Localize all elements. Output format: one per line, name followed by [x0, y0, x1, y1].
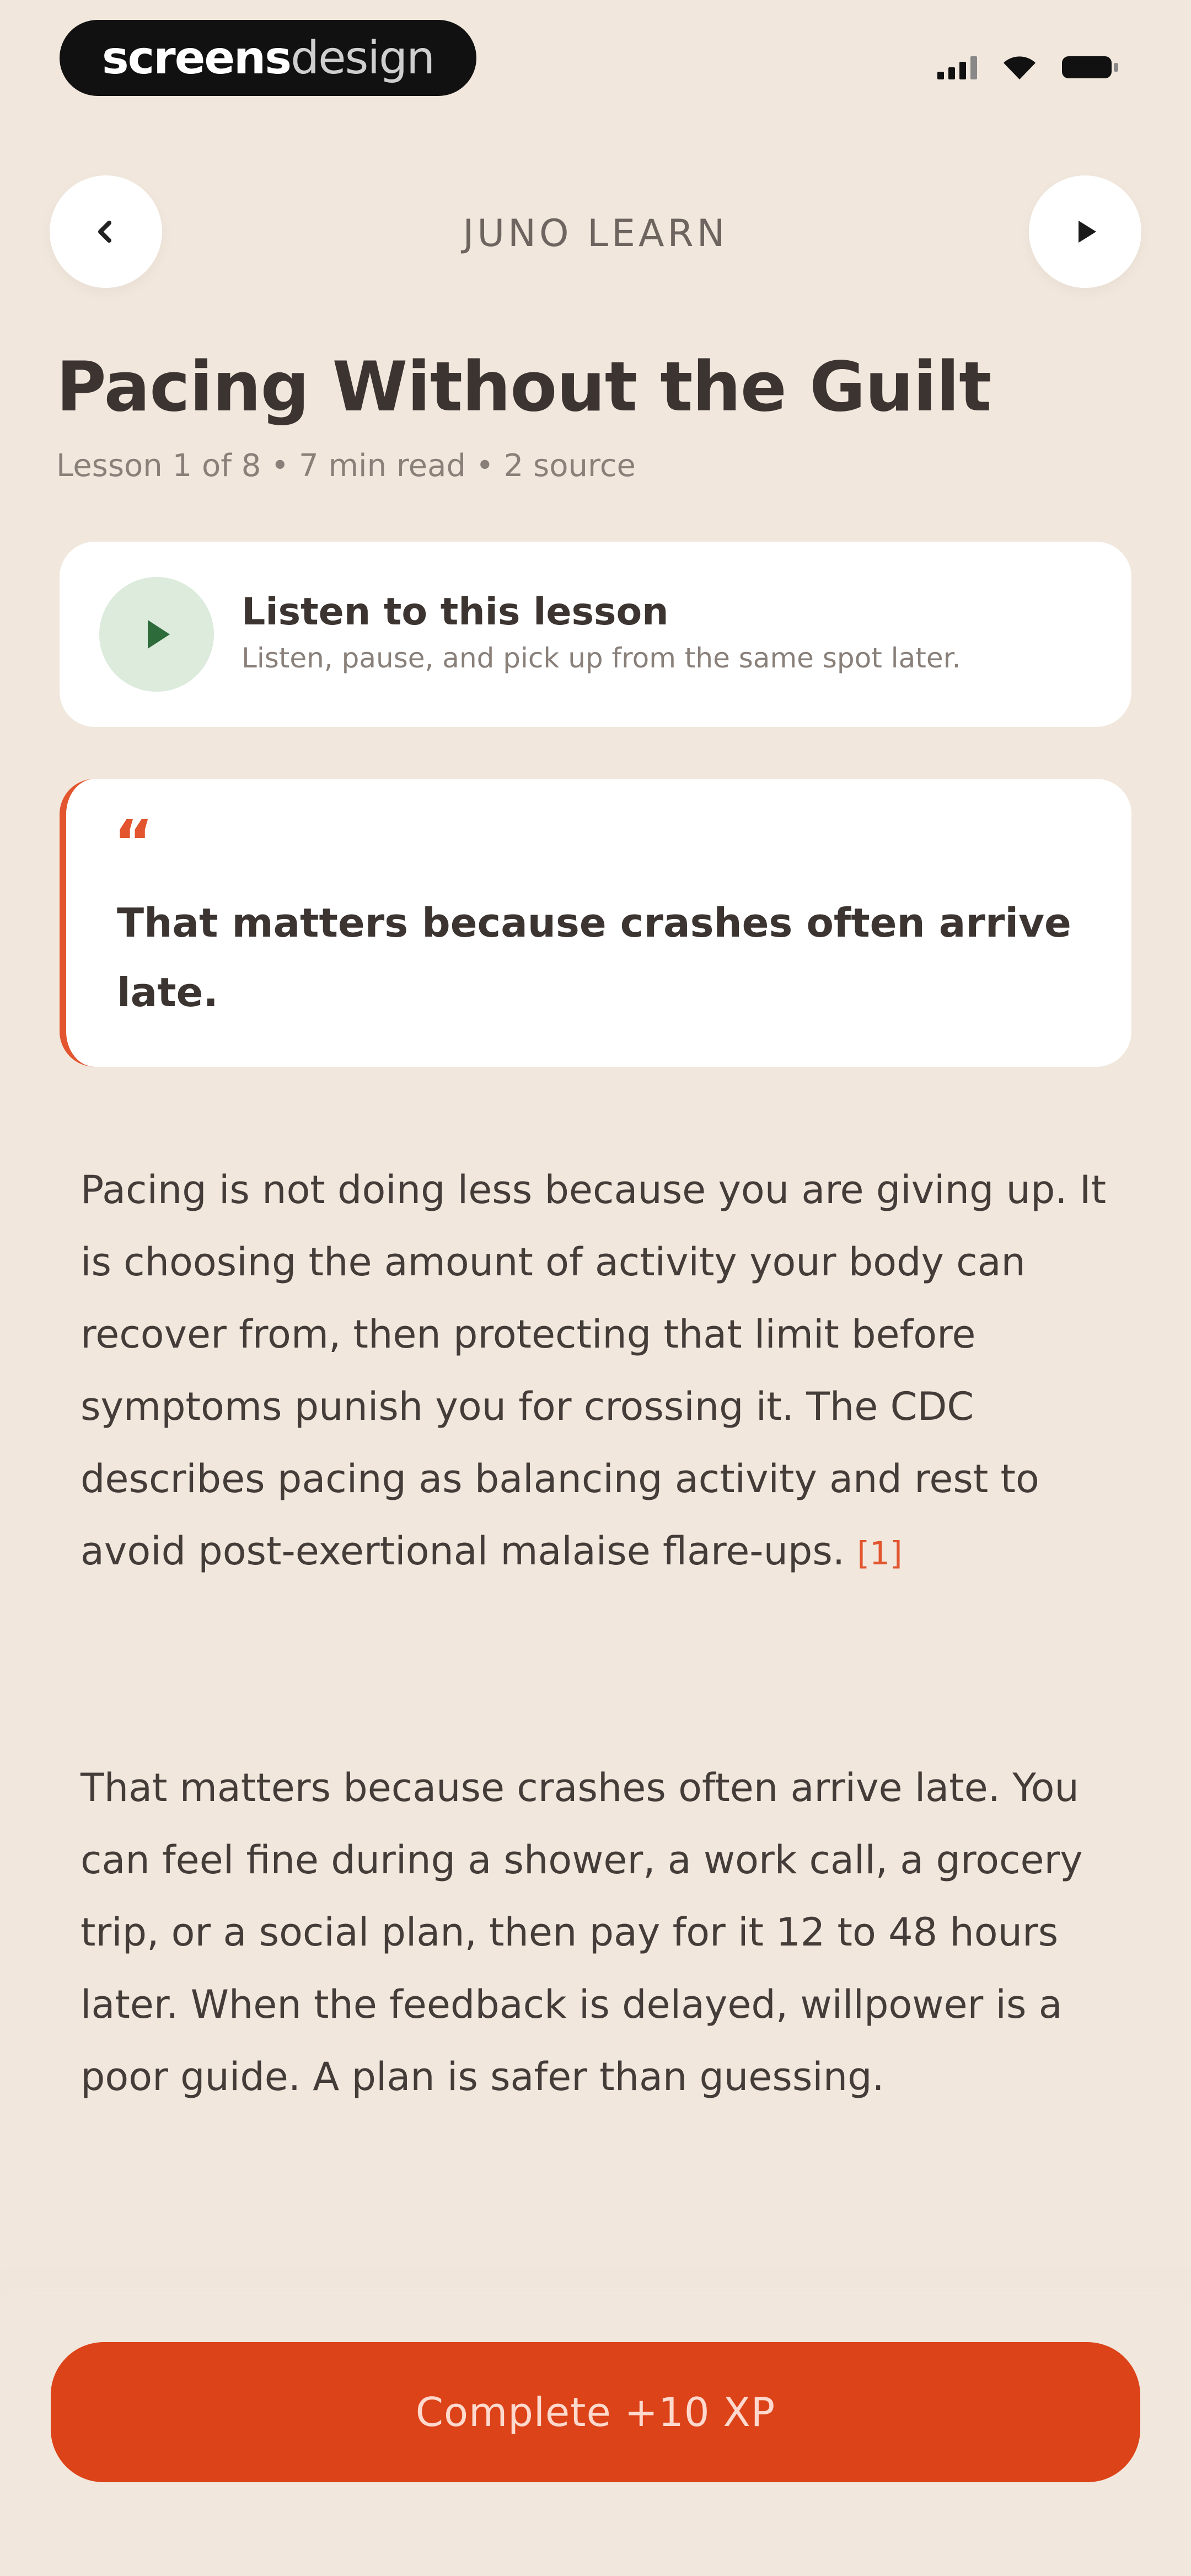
audio-play-button[interactable] [99, 577, 214, 692]
wifi-icon [1001, 54, 1038, 81]
citation-link[interactable]: [1] [857, 1535, 902, 1572]
battery-icon [1062, 54, 1119, 81]
body-paragraph-1-text: Pacing is not doing less because you are… [81, 1167, 1107, 1574]
status-icons [937, 51, 1119, 84]
listen-card[interactable]: Listen to this lesson Listen, pause, and… [60, 542, 1131, 727]
app-title: JUNO LEARN [463, 212, 728, 255]
listen-subtitle: Listen, pause, and pick up from the same… [242, 642, 961, 674]
quote-text: That matters because crashes often arriv… [117, 900, 1071, 1016]
play-icon [1079, 221, 1096, 243]
brand-light-text: design [291, 31, 435, 84]
quote-icon: “ [114, 807, 154, 878]
lesson-screen: screens design JUNO LEARN Pacing Without… [0, 0, 1191, 2576]
brand-strong-text: screens [101, 31, 292, 84]
signal-icon [937, 55, 977, 79]
complete-button[interactable]: Complete +10 XP [51, 2342, 1140, 2482]
status-bar: screens design [0, 0, 1191, 116]
body-paragraph-1: Pacing is not doing less because you are… [81, 1154, 1117, 1590]
body-paragraph-2: That matters because crashes often arriv… [81, 1765, 1083, 2099]
lesson-meta: Lesson 1 of 8 • 7 min read • 2 source [56, 448, 636, 484]
pull-quote: “ That matters because crashes often arr… [60, 779, 1131, 1067]
brand-badge: screens design [60, 20, 476, 96]
play-button[interactable] [1029, 175, 1141, 288]
listen-title: Listen to this lesson [242, 590, 669, 634]
header: JUNO LEARN [0, 175, 1191, 288]
lesson-title: Pacing Without the Guilt [56, 348, 991, 427]
play-icon [148, 620, 170, 649]
